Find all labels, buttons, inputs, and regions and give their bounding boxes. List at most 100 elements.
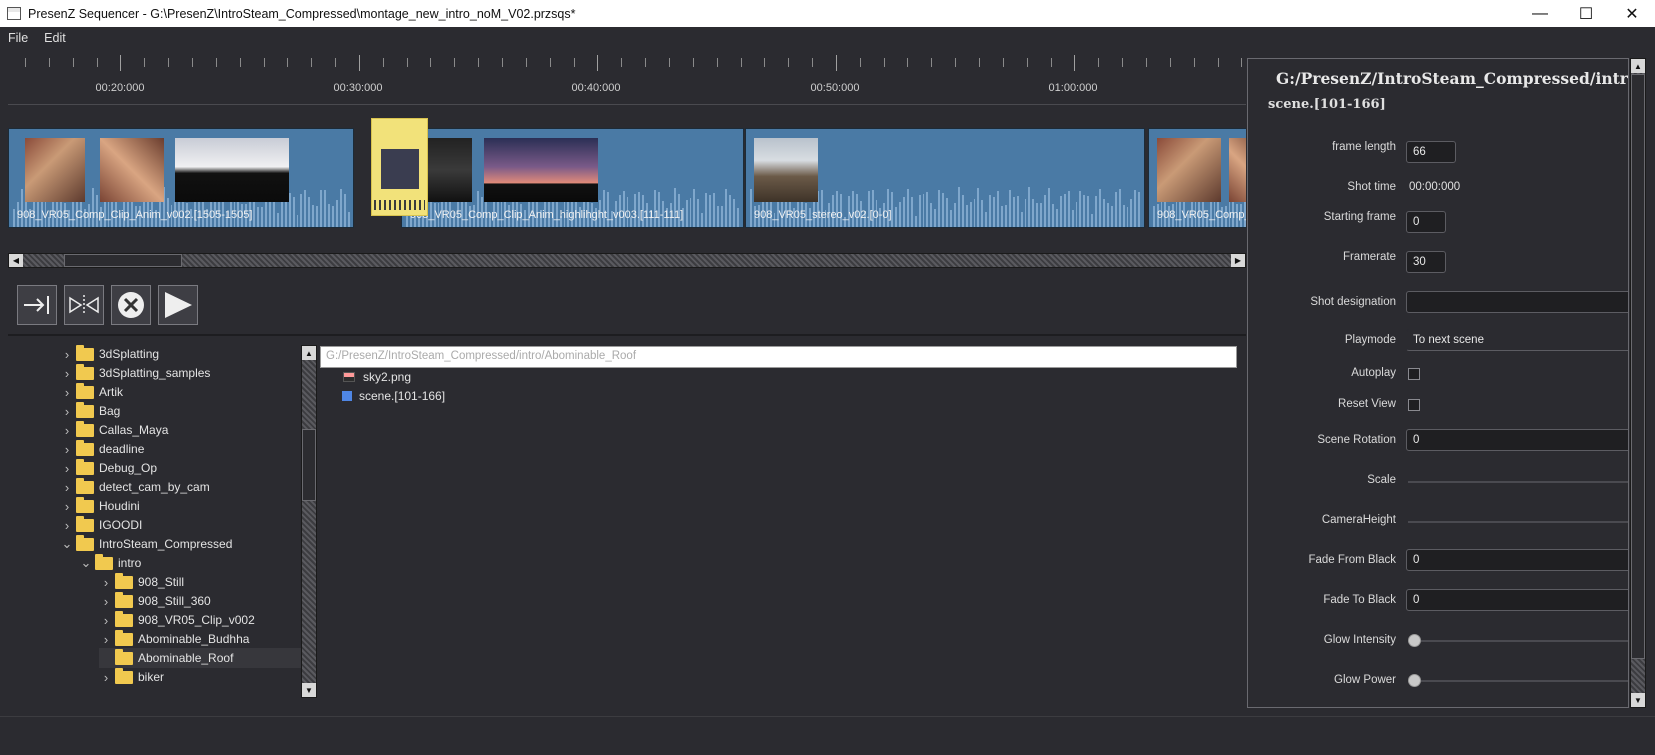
scroll-up-icon[interactable]: ▲ — [302, 346, 316, 360]
chevron-right-icon[interactable]: › — [99, 594, 113, 609]
tree-item[interactable]: › 908_Still — [99, 572, 184, 592]
timeline-track[interactable]: 908_VR05_Comp_Clip_Anim_v002.[1505-1505]… — [8, 110, 1246, 232]
scroll-down-icon[interactable]: ▼ — [1631, 693, 1645, 707]
tree-item[interactable]: › deadline — [60, 439, 144, 459]
playmode-select[interactable]: To next scene — [1406, 329, 1628, 351]
properties-scrollbar[interactable]: ▲ ▼ — [1630, 58, 1646, 708]
glow-power-handle[interactable] — [1408, 674, 1421, 687]
tree-item[interactable]: › IGOODI — [60, 515, 142, 535]
starting-frame-field[interactable]: 0 — [1406, 211, 1446, 233]
scroll-up-icon[interactable]: ▲ — [1631, 59, 1645, 73]
properties-panel: G:/PresenZ/IntroSteam_Compressed/intro s… — [1247, 58, 1629, 708]
ruler-tick — [955, 58, 957, 67]
scrollbar-thumb[interactable] — [302, 429, 316, 501]
panel-divider[interactable] — [8, 334, 1246, 336]
reset-view-checkbox[interactable] — [1408, 399, 1420, 411]
ruler-baseline — [8, 104, 1246, 105]
scroll-down-icon[interactable]: ▼ — [302, 683, 316, 697]
tree-item-selected[interactable]: Abominable_Roof — [99, 648, 301, 668]
file-item[interactable]: sky2.png — [343, 368, 411, 386]
tree-scrollbar[interactable]: ▲ ▼ — [301, 345, 317, 698]
glow-power-slider[interactable] — [1408, 680, 1628, 682]
minimize-button[interactable]: — — [1517, 0, 1563, 27]
playhead-marker[interactable] — [371, 118, 428, 216]
frame-length-field[interactable]: 66 — [1406, 141, 1456, 163]
ruler-tick — [96, 58, 98, 67]
tree-item[interactable]: › Houdini — [60, 496, 140, 516]
tree-item[interactable]: › 908_Still_360 — [99, 591, 211, 611]
tree-item[interactable]: ⌄ intro — [79, 553, 141, 573]
chevron-right-icon[interactable]: › — [60, 518, 74, 533]
delete-button[interactable] — [111, 285, 151, 325]
fade-to-black-field[interactable]: 0 — [1406, 589, 1628, 611]
fade-from-black-field[interactable]: 0 — [1406, 549, 1628, 571]
timeline-clip[interactable]: 908_VR05_Comp_Clip_Anim_highlihght_v003.… — [401, 128, 744, 228]
tree-item[interactable]: › Bag — [60, 401, 120, 421]
tree-item[interactable]: › Debug_Op — [60, 458, 157, 478]
ruler-tick — [549, 58, 551, 67]
split-button[interactable] — [64, 285, 104, 325]
tree-item[interactable]: › biker — [99, 667, 164, 687]
tree-item[interactable]: › Abominable_Budhha — [99, 629, 249, 649]
clip-thumbnail — [100, 138, 164, 202]
go-to-end-button[interactable] — [17, 285, 57, 325]
chevron-right-icon[interactable]: › — [60, 461, 74, 476]
chevron-right-icon[interactable]: › — [60, 423, 74, 438]
ruler-tick — [406, 58, 408, 67]
chevron-right-icon[interactable]: › — [60, 499, 74, 514]
sequencer-toolbar — [17, 285, 198, 325]
chevron-down-icon[interactable]: ⌄ — [60, 536, 74, 552]
chevron-right-icon[interactable]: › — [60, 366, 74, 381]
chevron-right-icon[interactable]: › — [99, 575, 113, 590]
file-item[interactable]: scene.[101-166] — [342, 387, 445, 405]
scroll-right-icon[interactable]: ▶ — [1231, 254, 1245, 267]
path-field[interactable]: G:/PresenZ/IntroSteam_Compressed/intro/A… — [320, 346, 1237, 368]
chevron-right-icon[interactable]: › — [60, 442, 74, 457]
timeline-clip[interactable]: 908_VR05_Comp_Cl — [1148, 128, 1246, 228]
timeline-clip[interactable]: 908_VR05_Comp_Clip_Anim_v002.[1505-1505] — [8, 128, 354, 228]
scroll-left-icon[interactable]: ◀ — [9, 254, 23, 267]
chevron-right-icon[interactable]: › — [99, 632, 113, 647]
tree-item-label: 3dSplatting_samples — [99, 366, 211, 380]
tree-item[interactable]: › detect_cam_by_cam — [60, 477, 210, 497]
tree-item[interactable]: › 3dSplatting — [60, 344, 159, 364]
tree-item[interactable]: › 3dSplatting_samples — [60, 363, 210, 383]
camera-height-slider[interactable] — [1408, 521, 1628, 523]
chevron-right-icon[interactable]: › — [60, 404, 74, 419]
scale-slider[interactable] — [1408, 481, 1628, 483]
glow-intensity-slider[interactable] — [1408, 640, 1628, 642]
framerate-field[interactable]: 30 — [1406, 251, 1446, 273]
timeline-clip[interactable]: 908_VR05_stereo_v02.[0-0] — [745, 128, 1145, 228]
timeline-scrollbar[interactable]: ◀ ▶ — [8, 253, 1246, 268]
menu-bar: File Edit — [0, 27, 1655, 49]
menu-file[interactable]: File — [0, 31, 36, 45]
tree-item-label: biker — [138, 670, 165, 684]
chevron-right-icon[interactable]: › — [60, 385, 74, 400]
chevron-right-icon[interactable]: › — [99, 670, 113, 685]
starting-frame-label: Starting frame — [1323, 211, 1396, 223]
sequence-file-icon — [342, 391, 352, 401]
menu-edit[interactable]: Edit — [36, 31, 74, 45]
timeline-ruler[interactable]: 00:20:000 00:30:000 00:40:000 00:50:000 … — [8, 55, 1246, 105]
autoplay-checkbox[interactable] — [1408, 368, 1420, 380]
close-button[interactable]: ✕ — [1609, 0, 1655, 27]
folder-icon — [76, 382, 94, 399]
chevron-right-icon[interactable]: › — [60, 480, 74, 495]
tree-item[interactable]: ⌄ IntroSteam_Compressed — [60, 534, 232, 554]
tree-item[interactable]: › 908_VR05_Clip_v002 — [99, 610, 255, 630]
ruler-tick — [835, 55, 837, 71]
scrollbar-thumb[interactable] — [64, 254, 182, 267]
chevron-right-icon[interactable]: › — [99, 613, 113, 628]
tree-item[interactable]: › Artik — [60, 382, 123, 402]
tree-item[interactable]: › Callas_Maya — [60, 420, 168, 440]
scene-rotation-field[interactable]: 0 — [1406, 429, 1628, 451]
chevron-right-icon[interactable]: › — [60, 347, 74, 362]
chevron-down-icon[interactable]: ⌄ — [79, 555, 93, 571]
play-button[interactable] — [158, 285, 198, 325]
ruler-tick — [1241, 58, 1243, 67]
maximize-button[interactable]: ☐ — [1563, 0, 1609, 27]
scrollbar-thumb[interactable] — [1631, 74, 1645, 659]
shot-designation-field[interactable] — [1406, 291, 1628, 313]
folder-icon — [76, 534, 94, 551]
glow-intensity-handle[interactable] — [1408, 634, 1421, 647]
